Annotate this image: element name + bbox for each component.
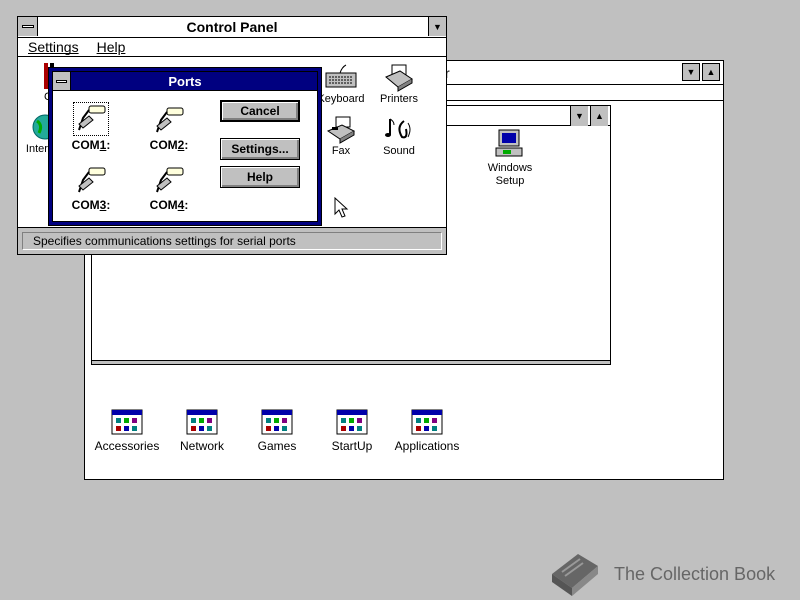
group-label: Network <box>179 439 224 453</box>
minimize-button[interactable]: ▼ <box>570 106 588 126</box>
port-prefix: COM <box>149 138 178 152</box>
port-label: COM1: <box>72 138 111 152</box>
group-label: Games <box>257 439 297 453</box>
status-bar: Specifies communications settings for se… <box>18 227 446 254</box>
menu-settings[interactable]: Settings <box>28 39 79 55</box>
port-suffix: : <box>184 198 189 212</box>
program-group-icon <box>186 409 218 435</box>
port-com3[interactable]: COM3: <box>61 164 121 212</box>
system-menu-button[interactable] <box>18 17 38 36</box>
group-startup[interactable]: StartUp <box>312 409 392 453</box>
serial-port-icon <box>156 107 184 133</box>
inner-group-bottom-edge <box>92 360 610 364</box>
port-prefix: COM <box>71 198 100 212</box>
group-label: Accessories <box>94 439 160 453</box>
sound-label: Sound <box>383 145 415 157</box>
control-panel-titlebar[interactable]: Control Panel ▼ <box>18 17 446 38</box>
printers-label: Printers <box>380 93 418 105</box>
group-label: StartUp <box>331 439 373 453</box>
keyboard-icon <box>325 64 357 88</box>
windows-setup-label: Windows Setup <box>487 162 533 187</box>
serial-port-icon <box>78 167 106 193</box>
maximize-button[interactable]: ▲ <box>590 106 608 126</box>
group-games[interactable]: Games <box>237 409 317 453</box>
port-selection-box <box>73 102 109 136</box>
program-group-icon <box>411 409 443 435</box>
serial-port-icon <box>78 105 106 131</box>
ports-dialog[interactable]: Ports COM1: COM2: COM3: COM4: Cancel Set… <box>48 67 322 226</box>
printers-icon-item[interactable]: Printers <box>374 63 424 105</box>
port-prefix: COM <box>149 198 178 212</box>
sound-icon <box>385 118 411 139</box>
minimize-button[interactable]: ▼ <box>428 17 446 36</box>
status-text: Specifies communications settings for se… <box>33 234 296 248</box>
port-com4[interactable]: COM4: <box>139 164 199 212</box>
computer-icon <box>495 129 523 157</box>
ports-title: Ports <box>168 73 202 89</box>
program-group-icon <box>261 409 293 435</box>
menu-help[interactable]: Help <box>97 39 126 55</box>
windows-setup-icon[interactable]: Windows Setup <box>480 128 540 188</box>
serial-port-icon <box>156 167 184 193</box>
port-suffix: : <box>106 198 111 212</box>
ports-titlebar[interactable]: Ports <box>53 72 317 91</box>
group-applications[interactable]: Applications <box>387 409 467 453</box>
program-group-icon <box>336 409 368 435</box>
port-label: COM2: <box>150 138 189 152</box>
group-network[interactable]: Network <box>162 409 242 453</box>
book-icon <box>552 554 598 596</box>
group-accessories[interactable]: Accessories <box>87 409 167 453</box>
keyboard-icon-item[interactable]: Keyboard <box>316 63 366 105</box>
system-menu-button[interactable] <box>53 72 71 90</box>
maximize-button[interactable]: ▲ <box>702 63 720 81</box>
fax-icon-item[interactable]: Fax <box>316 115 366 157</box>
program-group-icon <box>111 409 143 435</box>
fax-icon <box>326 116 356 144</box>
port-com2[interactable]: COM2: <box>139 102 199 152</box>
control-panel-menubar: Settings Help <box>18 38 446 57</box>
sound-icon-item[interactable]: Sound <box>374 115 424 157</box>
dropdown-arrow-icon[interactable]: ▼ <box>682 63 700 81</box>
port-suffix: : <box>184 138 189 152</box>
group-label: Applications <box>394 439 460 453</box>
watermark: The Collection Book <box>548 550 788 598</box>
control-panel-title: Control Panel <box>186 19 278 35</box>
watermark-text: The Collection Book <box>614 563 776 584</box>
cancel-button[interactable]: Cancel <box>220 100 300 122</box>
port-label: COM3: <box>72 198 111 212</box>
settings-button[interactable]: Settings... <box>220 138 300 160</box>
port-label: COM4: <box>150 198 189 212</box>
mouse-pointer-icon <box>334 197 349 218</box>
port-prefix: COM <box>71 138 100 152</box>
ports-dialog-inner: Ports COM1: COM2: COM3: COM4: Cancel Set… <box>52 71 318 222</box>
help-button[interactable]: Help <box>220 166 300 188</box>
port-suffix: : <box>106 138 111 152</box>
port-com1[interactable]: COM1: <box>61 102 121 152</box>
status-text-panel: Specifies communications settings for se… <box>22 232 442 250</box>
printer-icon <box>385 64 413 92</box>
fax-label: Fax <box>331 145 351 157</box>
keyboard-label: Keyboard <box>317 93 365 105</box>
